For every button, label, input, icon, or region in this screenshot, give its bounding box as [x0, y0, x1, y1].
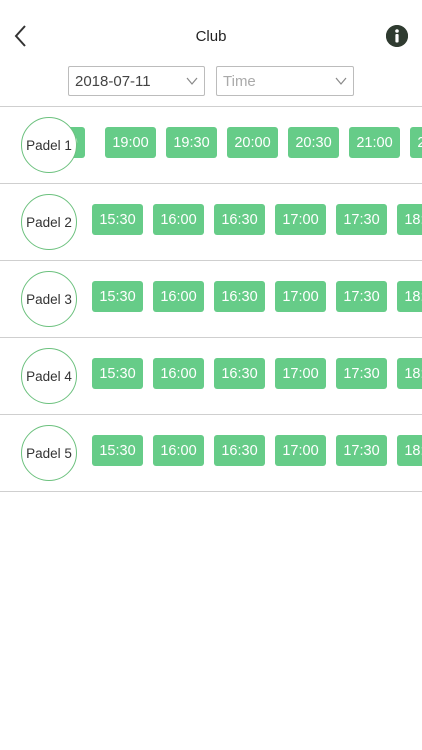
time-slot-button[interactable]: 16:00 — [153, 435, 204, 466]
time-slot-button[interactable]: 20:00 — [227, 127, 278, 158]
court-badge[interactable]: Padel 4 — [21, 348, 77, 404]
time-slot-button[interactable]: 16:30 — [214, 435, 265, 466]
time-slot-button[interactable]: 18:00 — [397, 281, 422, 312]
court-badge[interactable]: Padel 5 — [21, 425, 77, 481]
page-title: Club — [195, 28, 227, 45]
time-select[interactable]: Time — [216, 66, 354, 96]
time-slot-button[interactable]: 21:30 — [410, 127, 422, 158]
time-select-placeholder: Time — [223, 73, 256, 90]
time-slot-button[interactable]: 16:30 — [214, 358, 265, 389]
time-slot-button[interactable]: 17:00 — [275, 281, 326, 312]
time-slot-button[interactable]: 15:30 — [92, 204, 143, 235]
time-slot-button[interactable]: 15:30 — [92, 435, 143, 466]
court-row: Padel 5 15:30 16:00 16:30 17:00 17:30 18… — [0, 414, 422, 492]
chevron-down-icon — [186, 77, 198, 85]
court-badge[interactable]: Padel 1 — [21, 117, 77, 173]
time-slot-button[interactable]: 17:00 — [275, 358, 326, 389]
filter-bar: 2018-07-11 Time — [0, 66, 422, 98]
time-slot-button[interactable]: 18:00 — [397, 204, 422, 235]
court-list: Padel 1 18:30 19:00 19:30 20:00 20:30 21… — [0, 106, 422, 492]
court-row: Padel 4 15:30 16:00 16:30 17:00 17:30 18… — [0, 337, 422, 414]
time-slot-button[interactable]: 17:30 — [336, 435, 387, 466]
time-slot-button[interactable]: 20:30 — [288, 127, 339, 158]
info-button[interactable] — [386, 25, 408, 47]
time-slot-button[interactable]: 15:30 — [92, 358, 143, 389]
time-slot-button[interactable]: 21:00 — [349, 127, 400, 158]
time-slot-button[interactable]: 17:30 — [336, 358, 387, 389]
time-slot-button[interactable]: 15:30 — [92, 281, 143, 312]
info-icon — [386, 25, 408, 47]
time-slot-button[interactable]: 18:00 — [397, 435, 422, 466]
time-slot-button[interactable]: 17:30 — [336, 281, 387, 312]
top-navigation-bar: Club — [0, 0, 422, 64]
time-slot-button[interactable]: 18:00 — [397, 358, 422, 389]
court-row: Padel 1 18:30 19:00 19:30 20:00 20:30 21… — [0, 106, 422, 183]
time-slot-button[interactable]: 17:30 — [336, 204, 387, 235]
court-row: Padel 2 15:30 16:00 16:30 17:00 17:30 18… — [0, 183, 422, 260]
time-slot-button[interactable]: 16:00 — [153, 204, 204, 235]
time-slot-button[interactable]: 17:00 — [275, 204, 326, 235]
chevron-down-icon — [335, 77, 347, 85]
time-slot-button[interactable]: 16:00 — [153, 281, 204, 312]
court-row: Padel 3 15:30 16:00 16:30 17:00 17:30 18… — [0, 260, 422, 337]
date-select[interactable]: 2018-07-11 — [68, 66, 205, 96]
court-badge[interactable]: Padel 3 — [21, 271, 77, 327]
time-slot-button[interactable]: 16:00 — [153, 358, 204, 389]
time-slot-button[interactable]: 16:30 — [214, 204, 265, 235]
time-slot-button[interactable]: 16:30 — [214, 281, 265, 312]
court-badge[interactable]: Padel 2 — [21, 194, 77, 250]
date-select-value: 2018-07-11 — [75, 73, 151, 90]
time-slot-button[interactable]: 19:30 — [166, 127, 217, 158]
time-slot-button[interactable]: 17:00 — [275, 435, 326, 466]
time-slot-button[interactable]: 19:00 — [105, 127, 156, 158]
